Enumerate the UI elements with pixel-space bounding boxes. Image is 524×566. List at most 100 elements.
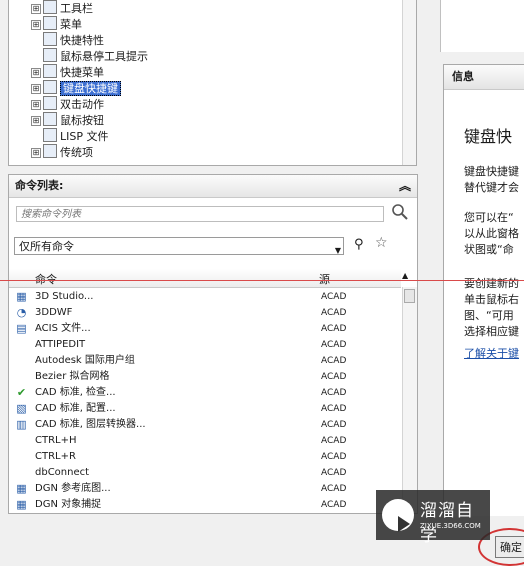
command-name: dbConnect [35,467,90,478]
tree-item-quick-properties[interactable]: 快捷特性 [43,32,104,48]
collapse-icon[interactable]: ︽ [399,175,411,197]
blank-command-icon [15,371,28,383]
tree-item-label: 快捷特性 [60,34,104,47]
tree-item-toolbars[interactable]: ⊞ 工具栏 [31,0,93,16]
column-header-source[interactable]: 源 [319,271,330,287]
command-row[interactable]: ✔ CAD 标准, 检查... ACAD [9,385,401,401]
tree-item-mouse-buttons[interactable]: ⊞ 鼠标按钮 [31,112,104,128]
find-command-icon[interactable]: ⚲ [354,237,364,252]
tree-scrollbar[interactable] [402,0,416,165]
expand-icon[interactable]: ⊞ [31,68,41,78]
command-name: ATTIPEDIT [35,339,86,350]
expand-icon[interactable]: ⊞ [31,100,41,110]
info-header: 信息 [444,65,524,90]
tree-item-label: 菜单 [60,18,82,31]
watermark: 溜溜自学 ZIXUE.3D66.COM [376,490,490,546]
expand-icon[interactable]: ⊞ [31,116,41,126]
info-text-line: 单击鼠标右 [464,293,519,306]
check-standards-icon: ✔ [16,386,27,399]
expand-icon[interactable]: ⊞ [31,148,41,158]
tree-item-label: 传统项 [60,146,93,159]
command-name: CTRL+H [35,435,77,446]
info-text-line: 要创建新的 [464,277,519,290]
tree-item-keyboard-shortcuts[interactable]: ⊞ 键盘快捷键 [31,80,121,96]
command-name: CAD 标准, 检查... [35,387,116,398]
command-name: DGN 对象捕捉 [35,499,102,510]
command-row[interactable]: Bezier 拟合网格 ACAD [9,369,401,385]
double-click-icon [43,96,57,110]
expand-icon[interactable]: ⊞ [31,20,41,30]
command-source: ACAD [321,356,347,366]
blank-command-icon [15,435,28,447]
command-list-panel: 命令列表: ︽ 仅所有命令 ▼ ⚲ ☆ 命令 源 ▲ ▦ 3D Studio...… [8,174,418,514]
command-table: 命令 源 ▲ ▦ 3D Studio... ACAD ◔ 3DDWF ACAD ▤ ACIS … [9,269,417,513]
command-row[interactable]: ▤ ACIS 文件... ACAD [9,321,401,337]
blank-command-icon [15,451,28,463]
info-text-line: 替代键才会 [464,181,519,194]
sort-arrow-icon[interactable]: ▲ [402,271,408,280]
command-row[interactable]: ▧ CAD 标准, 配置... ACAD [9,401,401,417]
info-text-line: 选择相应键 [464,325,519,338]
expand-icon[interactable]: ⊞ [31,4,41,14]
info-text-line: 图、“可用 [464,309,514,322]
learn-more-link[interactable]: 了解关于键 [464,345,519,361]
tree-item-shortcut-menus[interactable]: ⊞ 快捷菜单 [31,64,104,80]
command-source: ACAD [321,292,347,302]
tree-item-lisp-files[interactable]: LISP 文件 [43,128,109,144]
right-preview-pane [440,0,524,52]
acis-file-icon: ▤ [16,322,27,335]
command-row[interactable]: ATTIPEDIT ACAD [9,337,401,353]
command-row[interactable]: ▦ DGN 对象捕捉 ACAD [9,497,401,513]
tooltip-icon [43,48,57,62]
watermark-url: ZIXUE.3D66.COM [420,522,481,530]
quick-properties-icon [43,32,57,46]
tree-item-menus[interactable]: ⊞ 菜单 [31,16,82,32]
command-icon: ▦ [16,290,27,303]
command-source: ACAD [321,404,347,414]
tree-item-rollover-tooltips[interactable]: 鼠标悬停工具提示 [43,48,148,64]
command-source: ACAD [321,324,347,334]
blank-command-icon [15,355,28,367]
annotation-red-line [0,280,524,281]
menu-icon [43,16,57,30]
tree-item-double-click-actions[interactable]: ⊞ 双击动作 [31,96,104,112]
watermark-name: 溜溜自学 [420,501,474,546]
expand-icon[interactable]: ⊞ [31,84,41,94]
command-source: ACAD [321,436,347,446]
configure-standards-icon: ▧ [16,402,27,415]
command-table-header: 命令 源 ▲ [9,269,408,288]
chevron-down-icon: ▼ [334,246,341,255]
command-row[interactable]: ◔ 3DDWF ACAD [9,305,401,321]
toolbar-icon [43,0,57,14]
command-source: ACAD [321,500,347,510]
info-panel: 信息 键盘快 键盘快捷键 替代键才会 您可以在“ 以从此窗格 状图或“命 要创建… [443,64,524,518]
tree-item-legacy[interactable]: ⊞ 传统项 [31,144,93,160]
info-text-line: 以从此窗格 [464,227,519,240]
command-row[interactable]: dbConnect ACAD [9,465,401,481]
legacy-icon [43,144,57,158]
command-name: Autodesk 国际用户组 [35,355,135,366]
tree-item-label: 双击动作 [60,98,104,111]
column-header-command[interactable]: 命令 [35,271,57,287]
blank-command-icon [15,467,28,479]
command-row[interactable]: ▦ DGN 参考底图... ACAD [9,481,401,497]
command-row[interactable]: CTRL+R ACAD [9,449,401,465]
tree-item-label: 鼠标按钮 [60,114,104,127]
search-icon[interactable] [391,203,409,221]
command-row[interactable]: ▦ 3D Studio... ACAD [9,289,401,305]
command-name: Bezier 拟合网格 [35,371,110,382]
command-search-input[interactable] [16,206,384,222]
command-row[interactable]: CTRL+H ACAD [9,433,401,449]
command-name: CTRL+R [35,451,76,462]
keyboard-icon [43,80,57,94]
scrollbar-thumb[interactable] [404,289,415,303]
command-row[interactable]: Autodesk 国际用户组 ACAD [9,353,401,369]
command-filter-select[interactable]: 仅所有命令 ▼ [14,237,344,255]
new-command-star-icon[interactable]: ☆ [375,235,388,251]
info-text-line: 您可以在“ [464,211,514,224]
lisp-file-icon [43,128,57,142]
command-list-header: 命令列表: ︽ [9,175,417,198]
customization-tree: ⊞ 工具栏 ⊞ 菜单 快捷特性 鼠标悬停工具提示 ⊞ 快捷菜单 ⊞ 键盘快捷键 ⊞ 双击动… [8,0,417,166]
command-table-scrollbar[interactable] [402,287,417,513]
command-row[interactable]: ▥ CAD 标准, 图层转换器... ACAD [9,417,401,433]
